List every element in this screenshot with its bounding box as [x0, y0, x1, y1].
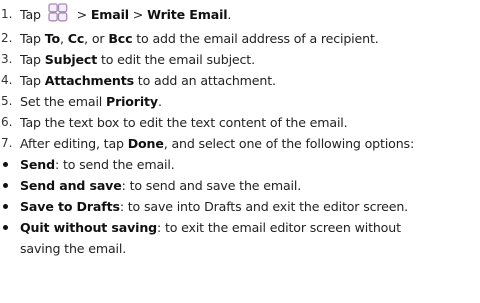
step-number: 6. — [1, 115, 13, 129]
step-number: 4. — [1, 73, 13, 87]
instruction-text: After editing, tap — [20, 136, 128, 151]
ui-term-bold: Save to Drafts — [20, 199, 120, 214]
bullet-dot-icon — [3, 183, 8, 188]
instruction-text: : to exit the email editor screen withou… — [157, 220, 401, 235]
instruction-text: . — [227, 7, 232, 22]
ui-term-bold: To — [44, 31, 61, 46]
instruction-text: > — [128, 7, 148, 22]
instruction-text: to add the email address of a recipient. — [132, 31, 379, 46]
step-text: Tap Attachments to add an attachment. — [20, 70, 276, 91]
option-item: Save to Drafts: to save into Drafts and … — [0, 196, 480, 217]
ui-term-bold: Send and save — [20, 178, 122, 193]
step-number: 2. — [1, 31, 13, 45]
step-item: 5. Set the email Priority. — [0, 91, 480, 112]
instruction-text: to edit the email subject. — [97, 52, 255, 67]
instruction-text: , or — [84, 31, 109, 46]
bullet-dot-icon — [3, 225, 8, 230]
instruction-text: : to save into Drafts and exit the edito… — [119, 199, 409, 214]
instruction-text: Set the email — [20, 94, 106, 109]
step-text: After editing, tap Done, and select one … — [20, 133, 414, 154]
instruction-text: > — [72, 7, 91, 22]
ui-term-bold: Email — [90, 7, 129, 22]
ui-term-bold: Done — [127, 136, 164, 151]
apps-grid-icon — [48, 3, 68, 22]
option-text: Quit without saving: to exit the email e… — [20, 217, 401, 238]
instruction-text: , and select one of the following option… — [163, 136, 415, 151]
ui-term-bold: Bcc — [108, 31, 133, 46]
step-text: Tap Subject to edit the email subject. — [20, 49, 255, 70]
instruction-text: to add an attachment. — [133, 73, 276, 88]
option-text: saving the email. — [20, 238, 126, 259]
instruction-text: saving the email. — [20, 241, 127, 256]
instruction-text: : to send the email. — [55, 157, 175, 172]
steps-list: 1. Tap > Email > Write Email. 2. Tap To, Cc… — [0, 1, 480, 154]
instruction-text: Tap — [20, 31, 45, 46]
option-text: Save to Drafts: to save into Drafts and … — [20, 196, 408, 217]
ui-term-bold: Send — [20, 157, 55, 172]
option-text: Send and save: to send and save the emai… — [20, 175, 301, 196]
instruction-text: Tap — [20, 52, 45, 67]
instruction-text: Tap — [20, 73, 45, 88]
option-item: Send: to send the email. — [0, 154, 480, 175]
step-item: 7. After editing, tap Done, and select on… — [0, 133, 480, 154]
bullet-dot-icon — [3, 204, 8, 209]
instruction-text: : to send and save the email. — [121, 178, 302, 193]
instructions-document: 1. Tap > Email > Write Email. 2. Tap To, Cc… — [0, 1, 480, 259]
step-text: Tap To, Cc, or Bcc to add the email addr… — [20, 28, 379, 49]
option-item: Send and save: to send and save the emai… — [0, 175, 480, 196]
step-number: 1. — [1, 7, 13, 21]
step-item: 3. Tap Subject to edit the email subject. — [0, 49, 480, 70]
option-item-continuation: saving the email. — [0, 238, 480, 259]
step-text: Tap > Email > Write Email. — [20, 3, 232, 25]
ui-term-bold: Cc — [67, 31, 85, 46]
step-text: Tap the text box to edit the text conten… — [20, 112, 348, 133]
ui-term-bold: Write Email — [147, 7, 228, 22]
ui-term-bold: Subject — [44, 52, 98, 67]
option-item: Quit without saving: to exit the email e… — [0, 217, 480, 238]
step-item: 6. Tap the text box to edit the text cont… — [0, 112, 480, 133]
ui-term-bold: Attachments — [44, 73, 134, 88]
step-text: Set the email Priority. — [20, 91, 162, 112]
step-number: 5. — [1, 94, 13, 108]
options-list: Send: to send the email. Send and save: t… — [0, 154, 480, 259]
instruction-text: Tap — [20, 7, 45, 22]
step-number: 7. — [1, 136, 13, 150]
instruction-text: Tap the text box to edit the text conten… — [20, 115, 348, 130]
option-text: Send: to send the email. — [20, 154, 175, 175]
instruction-text: , — [60, 31, 68, 46]
bullet-dot-icon — [3, 162, 8, 167]
ui-term-bold: Priority — [106, 94, 158, 109]
step-item: 1. Tap > Email > Write Email. — [0, 1, 480, 28]
step-item: 4. Tap Attachments to add an attachment. — [0, 70, 480, 91]
step-item: 2. Tap To, Cc, or Bcc to add the email ad… — [0, 28, 480, 49]
instruction-text: . — [157, 94, 162, 109]
step-number: 3. — [1, 52, 13, 66]
ui-term-bold: Quit without saving — [20, 220, 158, 235]
